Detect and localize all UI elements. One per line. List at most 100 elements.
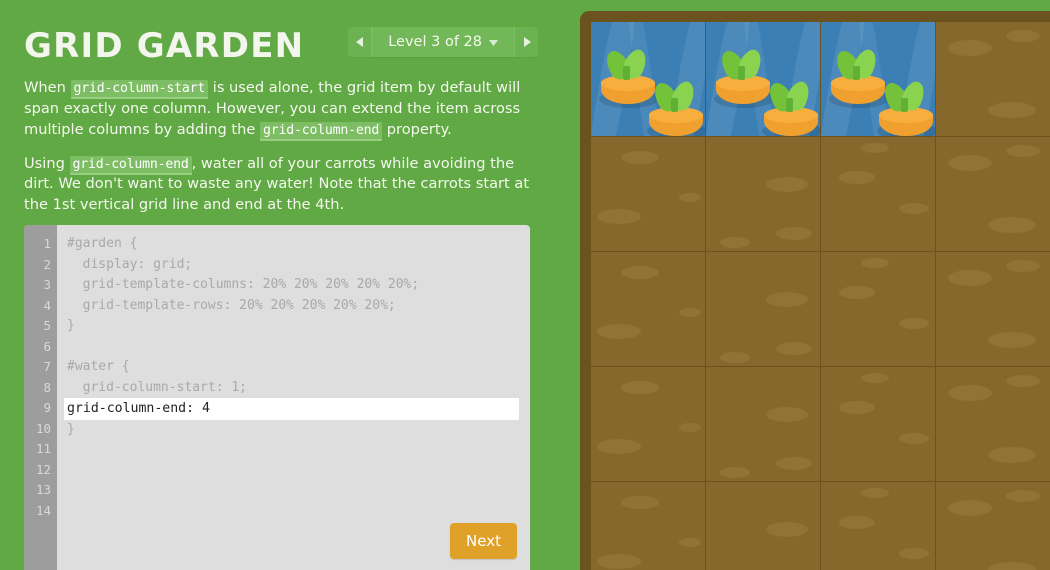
garden-panel — [580, 0, 1050, 570]
dirt-spot-icon — [899, 318, 929, 329]
water-cell — [821, 22, 936, 137]
dirt-spot-icon — [861, 488, 889, 498]
line-number: 8 — [43, 379, 51, 395]
code-area[interactable]: #garden { display: grid; grid-template-c… — [57, 225, 530, 570]
dirt-spot-icon — [766, 407, 808, 422]
inline-code-grid-column-end-1: grid-column-end — [260, 121, 383, 141]
line-number: 2 — [43, 256, 51, 272]
code-line: grid-column-start: 1; — [67, 379, 248, 395]
dirt-spot-icon — [948, 385, 992, 401]
dirt-spot-icon — [839, 516, 875, 529]
p1-part1: When — [24, 79, 71, 96]
dirt-spot-icon — [776, 227, 812, 240]
code-line: display: grid; — [67, 256, 193, 272]
dirt-spot-icon — [899, 548, 929, 559]
dirt-spot-icon — [988, 562, 1036, 570]
p1-part3: property. — [382, 120, 452, 138]
dirt-cell — [821, 137, 936, 252]
water-cell — [706, 22, 821, 137]
previous-level-button[interactable] — [348, 27, 373, 57]
line-number: 12 — [35, 461, 51, 477]
dirt-spot-icon — [720, 352, 750, 363]
dirt-spot-icon — [1006, 375, 1040, 387]
code-line: } — [67, 422, 75, 437]
dirt-cell — [706, 482, 821, 570]
code-editable-input[interactable] — [64, 398, 519, 420]
code-line: grid-template-rows: 20% 20% 20% 20% 20%; — [67, 297, 396, 313]
level-selector[interactable]: Level 3 of 28 — [348, 27, 538, 57]
level-dropdown[interactable]: Level 3 of 28 — [372, 27, 514, 57]
p2-part1: Using — [24, 154, 70, 172]
dirt-spot-icon — [621, 381, 659, 394]
dirt-cell — [821, 367, 936, 482]
dirt-spot-icon — [988, 102, 1036, 118]
chevron-down-icon — [489, 33, 498, 51]
line-number: 7 — [43, 359, 51, 374]
dirt-spot-icon — [621, 151, 659, 164]
dirt-spot-icon — [1006, 490, 1040, 502]
dirt-cell — [591, 482, 706, 570]
next-button[interactable]: Next — [450, 523, 517, 559]
line-number: 13 — [35, 482, 51, 497]
dirt-spot-icon — [679, 308, 701, 317]
code-line: } — [67, 318, 75, 333]
header: GRID GARDEN Level 3 of 28 — [24, 22, 556, 74]
dirt-cell — [936, 482, 1050, 570]
line-number-gutter: 1 2 3 4 5 6 7 8 9 10 11 12 13 14 — [24, 225, 57, 570]
dirt-spot-icon — [988, 332, 1036, 348]
grid-garden-app: GRID GARDEN Level 3 of 28 When grid-colu… — [0, 0, 1050, 570]
level-label: Level 3 of 28 — [388, 34, 482, 50]
instructions-text: When grid-column-start is used alone, th… — [24, 78, 556, 216]
dirt-spot-icon — [776, 457, 812, 470]
dirt-spot-icon — [899, 433, 929, 444]
dirt-spot-icon — [766, 522, 808, 537]
dirt-spot-icon — [899, 203, 929, 214]
line-number: 14 — [35, 502, 51, 518]
line-number: 11 — [35, 441, 51, 456]
dirt-spot-icon — [597, 209, 641, 224]
dirt-spot-icon — [839, 171, 875, 184]
dirt-spot-icon — [679, 423, 701, 432]
dirt-cell — [591, 137, 706, 252]
dirt-spot-icon — [776, 342, 812, 355]
dirt-spot-icon — [948, 155, 992, 171]
triangle-left-icon — [355, 37, 364, 47]
garden-frame — [580, 11, 1050, 570]
garden-grid — [591, 22, 1050, 570]
line-number: 5 — [43, 318, 51, 333]
inline-code-grid-column-end-2: grid-column-end — [69, 155, 192, 175]
page-title: GRID GARDEN — [24, 26, 305, 66]
dirt-cell — [936, 137, 1050, 252]
dirt-spot-icon — [621, 496, 659, 509]
code-editor[interactable]: 1 2 3 4 5 6 7 8 9 10 11 12 13 14 #garden { display: g… — [24, 225, 530, 570]
dirt-cell — [821, 252, 936, 367]
dirt-cell — [591, 252, 706, 367]
dirt-spot-icon — [948, 40, 992, 56]
dirt-spot-icon — [720, 237, 750, 248]
line-number: 10 — [35, 420, 51, 436]
dirt-cell — [706, 367, 821, 482]
dirt-spot-icon — [861, 373, 889, 383]
next-level-button[interactable] — [514, 27, 538, 57]
dirt-cell — [936, 22, 1050, 137]
dirt-cell — [706, 252, 821, 367]
line-number: 6 — [43, 338, 51, 354]
dirt-spot-icon — [861, 258, 889, 268]
dirt-spot-icon — [1006, 30, 1040, 42]
line-number: 1 — [43, 236, 51, 251]
dirt-spot-icon — [861, 143, 889, 153]
inline-code-grid-column-start: grid-column-start — [70, 80, 209, 99]
dirt-spot-icon — [621, 266, 659, 279]
code-line: #garden { — [67, 236, 138, 251]
line-number: 9 — [43, 400, 51, 415]
dirt-cell — [591, 367, 706, 482]
code-line: #water { — [67, 359, 130, 374]
dirt-spot-icon — [679, 538, 701, 547]
dirt-spot-icon — [679, 193, 701, 202]
triangle-right-icon — [523, 37, 531, 47]
dirt-spot-icon — [948, 270, 992, 286]
instructions-panel: GRID GARDEN Level 3 of 28 When grid-colu… — [0, 0, 580, 570]
dirt-spot-icon — [1006, 145, 1040, 157]
line-number: 4 — [43, 297, 51, 313]
